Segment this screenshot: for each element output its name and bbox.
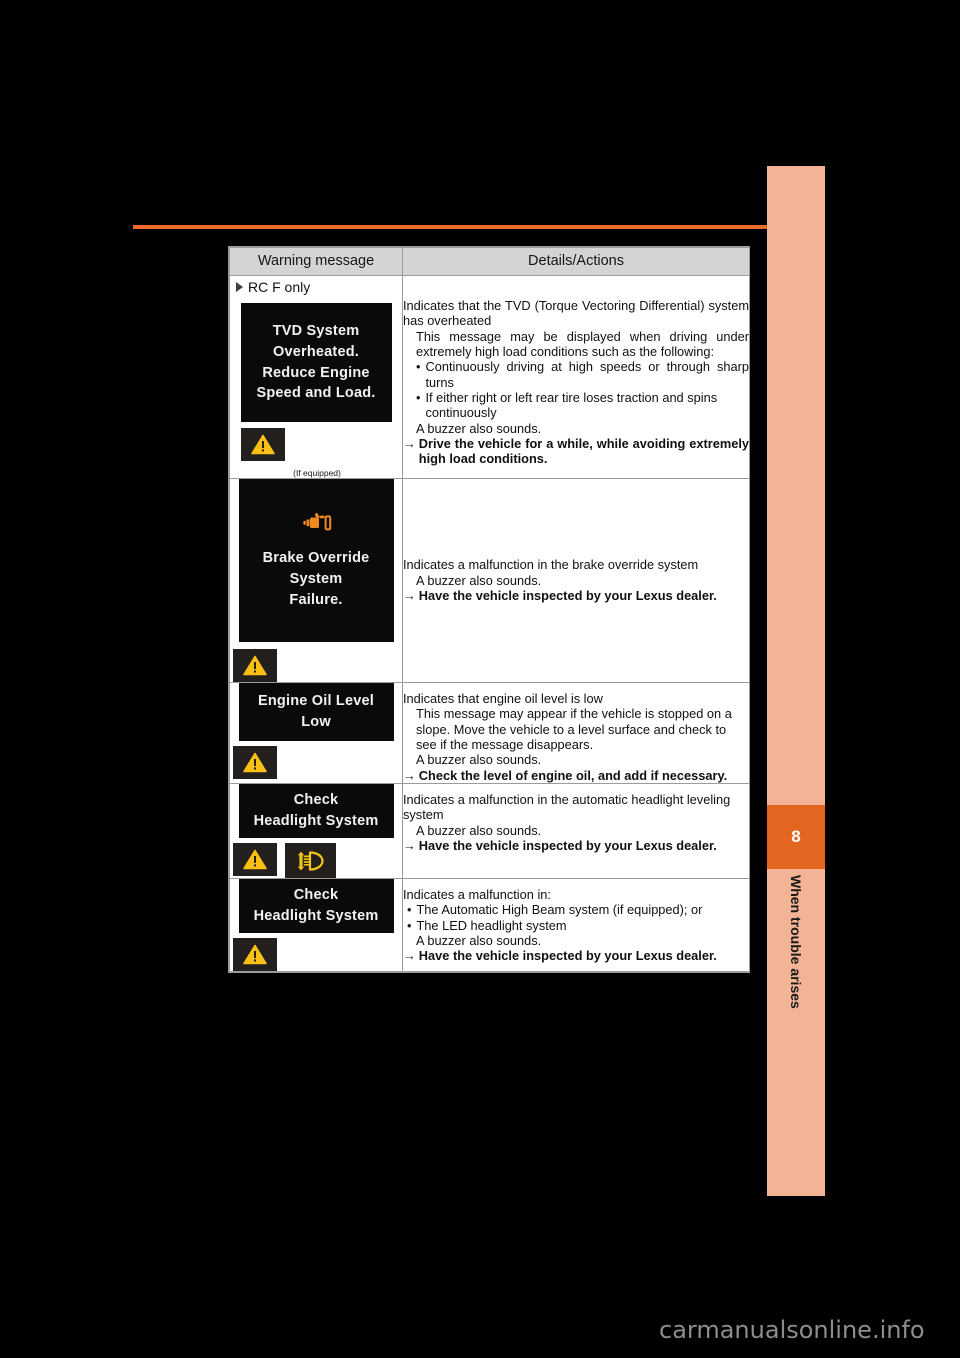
lcd-display: Brake Override System Failure. — [238, 479, 394, 642]
header-rule — [133, 225, 825, 229]
details-intro: Indicates that engine oil level is low — [403, 691, 603, 706]
warning-message-table: Warning message Details/Actions RC F onl… — [228, 246, 750, 974]
warning-message-cell: Check Headlight System — [229, 783, 403, 880]
manual-page: 8 When trouble arises Warning message De… — [0, 0, 960, 1358]
indicator-icons — [230, 938, 402, 972]
details-sub: This message may be displayed when drivi… — [416, 328, 749, 360]
lcd-display: Check Headlight System — [238, 784, 394, 839]
details-intro: Indicates a malfunction in the brake ove… — [403, 557, 699, 573]
lcd-line: TVD System — [272, 323, 360, 340]
details-bullet-text: If either right or left rear tire loses … — [425, 390, 718, 421]
indicator-icons — [230, 843, 402, 879]
details-action: → Have the vehicle inspected by your Lex… — [403, 948, 749, 963]
details-buzzer: A buzzer also sounds. — [416, 572, 542, 588]
table-row: Brake Override System Failure. Indicates… — [229, 478, 750, 683]
warning-message-cell: Check Headlight System — [229, 878, 403, 973]
details-actions-cell: Indicates that the TVD (Torque Vectoring… — [402, 275, 750, 479]
bullet-dot-icon: • — [407, 902, 412, 918]
details-intro: Indicates a malfunction in the automatic… — [403, 792, 731, 823]
bullet-dot-icon: • — [416, 359, 421, 375]
details-actions-cell: Indicates that engine oil level is low T… — [402, 681, 750, 785]
indicator-icons — [230, 746, 402, 779]
warning-triangle-icon — [233, 649, 277, 682]
warning-message-cell: RC F only TVD System Overheated. Reduce … — [229, 275, 403, 479]
details-actions-cell: Indicates a malfunction in the automatic… — [402, 783, 750, 880]
details-action: → Check the level of engine oil, and add… — [403, 768, 749, 783]
chapter-title: When trouble arises — [767, 875, 825, 1135]
if-equipped-caption: (If equipped) — [293, 468, 341, 478]
warning-triangle-icon — [233, 843, 277, 877]
details-bullet: • Continuously driving at high speeds or… — [403, 359, 749, 390]
details-action-text: Drive the vehicle for a while, while avo… — [418, 436, 749, 467]
indicator-icons — [230, 649, 402, 682]
details-action-text: Check the level of engine oil, and add i… — [418, 767, 728, 783]
lcd-display: TVD System Overheated. Reduce Engine Spe… — [240, 303, 392, 422]
arrow-right-icon: → — [403, 948, 416, 964]
headlight-leveling-icon — [285, 843, 336, 879]
warning-message-cell: Brake Override System Failure. — [229, 478, 403, 683]
site-watermark: carmanualsonline.info — [659, 1316, 925, 1344]
details-action-text: Have the vehicle inspected by your Lexus… — [418, 588, 717, 604]
details-intro: Indicates that the TVD (Torque Vectoring… — [403, 298, 749, 329]
details-bullet: • If either right or left rear tire lose… — [403, 390, 749, 421]
lcd-line: Speed and Load. — [256, 385, 376, 402]
arrow-right-icon: → — [403, 588, 416, 604]
details-action: → Drive the vehicle for a while, while a… — [403, 436, 749, 467]
table-row: Check Headlight System Indicates a malfu… — [229, 878, 750, 973]
details-bullet-text: The Automatic High Beam system (if equip… — [416, 902, 703, 918]
indicator-icons — [230, 428, 402, 461]
chapter-number: 8 — [767, 805, 825, 869]
details-buzzer: A buzzer also sounds. — [416, 822, 542, 838]
details-buzzer: A buzzer also sounds. — [416, 752, 542, 768]
chapter-title-text: When trouble arises — [788, 875, 804, 1009]
details-actions-cell: Indicates a malfunction in the brake ove… — [402, 478, 750, 683]
model-note: RC F only — [230, 276, 402, 303]
lcd-line: System — [289, 571, 343, 587]
bullet-dot-icon: • — [407, 917, 412, 933]
brake-override-icon — [301, 511, 332, 542]
bullet-dot-icon: • — [416, 390, 421, 406]
arrow-right-icon: → — [403, 838, 416, 854]
lcd-line: Engine Oil Level — [257, 693, 374, 710]
lcd-line: Headlight System — [253, 908, 379, 925]
details-bullet-text: Continuously driving at high speeds or t… — [425, 359, 749, 390]
details-action: → Have the vehicle inspected by your Lex… — [403, 588, 749, 603]
table-row: RC F only TVD System Overheated. Reduce … — [229, 275, 750, 479]
table-row: Engine Oil Level Low Indicates that engi… — [229, 681, 750, 785]
details-sub: This message may appear if the vehicle i… — [416, 706, 732, 753]
lcd-line: Brake Override — [262, 550, 370, 567]
lcd-line: Headlight System — [253, 813, 379, 830]
column-header-details-actions: Details/Actions — [402, 247, 750, 276]
lcd-display: Engine Oil Level Low — [238, 683, 394, 741]
details-intro: Indicates a malfunction in: — [403, 887, 551, 903]
details-bullet: • The Automatic High Beam system (if equ… — [403, 902, 749, 917]
details-buzzer: A buzzer also sounds. — [416, 933, 542, 949]
lcd-line: Failure. — [289, 591, 343, 608]
details-bullet-text: The LED headlight system — [416, 917, 567, 933]
arrow-right-icon: → — [403, 767, 416, 783]
column-header-warning-message: Warning message — [229, 247, 403, 276]
details-action-text: Have the vehicle inspected by your Lexus… — [418, 948, 717, 964]
lcd-line: Check — [293, 887, 339, 904]
warning-message-cell: Engine Oil Level Low — [229, 681, 403, 785]
details-bullet: • The LED headlight system — [403, 918, 749, 933]
warning-triangle-icon — [233, 746, 277, 779]
details-buzzer: A buzzer also sounds. — [416, 420, 542, 436]
lcd-display: Check Headlight System — [238, 879, 394, 934]
lcd-line: Check — [293, 792, 339, 809]
table-header-row: Warning message Details/Actions — [229, 247, 750, 276]
details-actions-cell: Indicates a malfunction in: • The Automa… — [402, 878, 750, 973]
details-action: → Have the vehicle inspected by your Lex… — [403, 838, 749, 853]
model-note-label: RC F only — [248, 279, 311, 295]
lcd-line: Reduce Engine — [262, 364, 370, 381]
warning-triangle-icon — [233, 938, 277, 972]
details-action-text: Have the vehicle inspected by your Lexus… — [418, 838, 717, 854]
table-row: Check Headlight System Indicates a malfu… — [229, 783, 750, 880]
arrow-right-icon: → — [403, 436, 416, 452]
warning-triangle-icon — [241, 428, 285, 461]
lcd-line: Overheated. — [272, 343, 359, 360]
triangle-bullet-icon — [236, 282, 243, 292]
lcd-line: Low — [301, 714, 331, 730]
